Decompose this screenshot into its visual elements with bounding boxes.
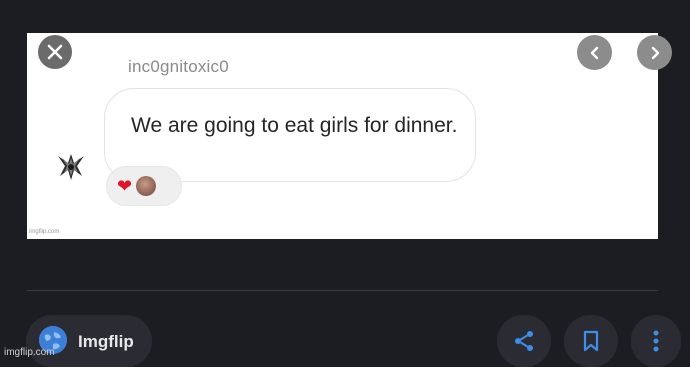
bookmark-button[interactable] xyxy=(564,315,618,367)
more-vertical-icon xyxy=(653,330,659,352)
message-text: We are going to eat girls for dinner. xyxy=(131,114,458,137)
heart-emoji-icon: ❤ xyxy=(117,176,133,196)
footer-divider xyxy=(27,290,658,291)
close-button[interactable] xyxy=(38,35,72,69)
face-emoji-icon xyxy=(136,176,157,196)
next-button[interactable] xyxy=(637,35,672,70)
avatar xyxy=(50,146,92,188)
more-options-button[interactable] xyxy=(631,315,681,367)
image-watermark: imgflip.com xyxy=(29,229,60,235)
avatar-graphic xyxy=(51,147,91,187)
bookmark-icon xyxy=(583,330,599,352)
message-reactions[interactable]: ❤ xyxy=(106,166,182,206)
meme-image-card: inc0gnitoxic0 We are going to eat girls … xyxy=(27,33,658,239)
sender-username: inc0gnitoxic0 xyxy=(128,57,229,76)
close-icon xyxy=(47,44,63,60)
share-icon xyxy=(515,331,533,351)
chevron-right-icon xyxy=(651,46,659,59)
share-button[interactable] xyxy=(497,315,551,367)
corner-watermark: imgflip.com xyxy=(4,347,55,358)
imgflip-brand-button[interactable]: Imgflip xyxy=(26,315,152,367)
chevron-left-icon xyxy=(590,46,598,59)
brand-label: Imgflip xyxy=(78,332,134,351)
previous-button[interactable] xyxy=(577,35,612,70)
